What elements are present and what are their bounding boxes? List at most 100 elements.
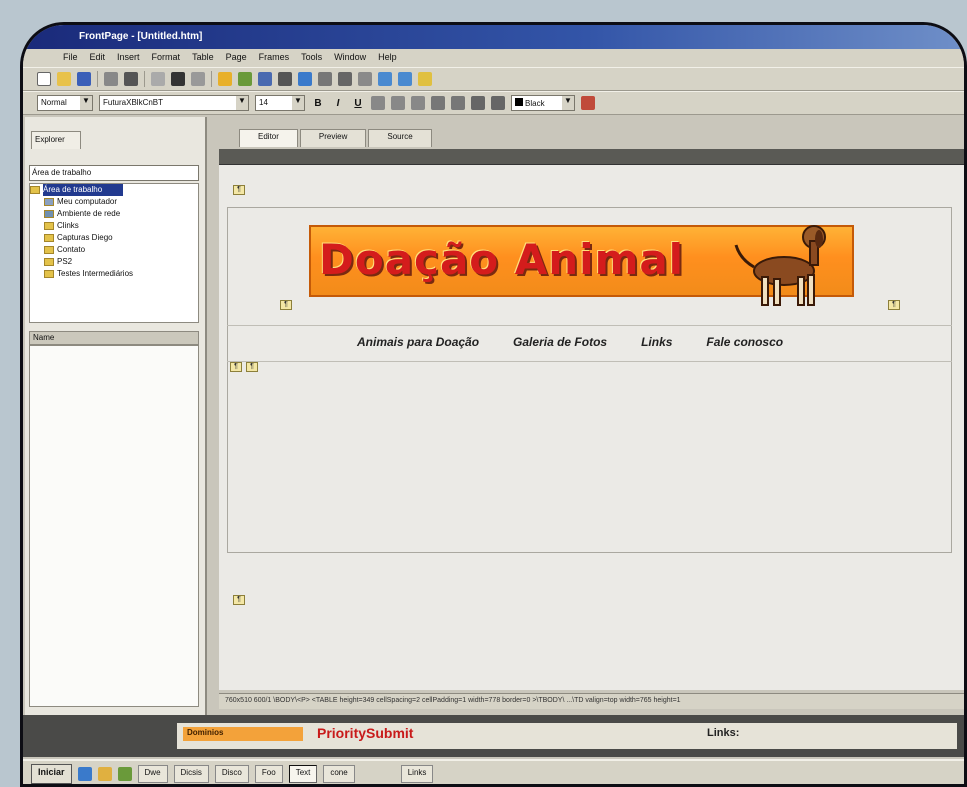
tree-item[interactable]: PS2 — [30, 256, 198, 268]
hyperlink-icon[interactable] — [258, 72, 272, 86]
tree-item[interactable]: Capturas Diego — [30, 232, 198, 244]
nav-link-animais[interactable]: Animais para Doação — [357, 335, 479, 349]
tree-item[interactable]: Ambiente de rede — [30, 208, 198, 220]
toolbar-separator — [144, 71, 145, 87]
nav-link-galeria[interactable]: Galeria de Fotos — [513, 335, 607, 349]
folder-path-value: Área de trabalho — [32, 168, 92, 177]
menu-frames[interactable]: Frames — [259, 52, 290, 67]
menu-file[interactable]: File — [63, 52, 78, 67]
menu-page[interactable]: Page — [226, 52, 247, 67]
style-select[interactable]: Normal ▼ — [37, 95, 93, 111]
tree-item[interactable]: Clinks — [30, 220, 198, 232]
folder-icon — [44, 222, 54, 230]
explorer-panel: Explorer Área de trabalho Área de trabal… — [25, 117, 207, 717]
outdent-icon[interactable] — [431, 96, 445, 110]
tree-item-label: Contato — [57, 245, 86, 254]
quicklaunch-app-icon[interactable] — [117, 767, 132, 781]
folder-tree: Área de trabalho Meu computador Ambiente… — [29, 183, 199, 323]
taskbar-item[interactable]: Dicsis — [173, 765, 209, 783]
tree-item-label: Meu computador — [57, 197, 118, 206]
menu-table[interactable]: Table — [192, 52, 214, 67]
anchor-icon[interactable] — [338, 72, 352, 86]
bold-button[interactable]: B — [311, 98, 325, 109]
align-center-icon[interactable] — [391, 96, 405, 110]
font-color-select[interactable]: Black ▼ — [511, 95, 575, 111]
menu-bar: File Edit Insert Format Table Page Frame… — [23, 49, 964, 67]
name-column-header[interactable]: Name — [29, 331, 199, 345]
tab-editor[interactable]: Editor — [239, 129, 298, 147]
taskbar-item[interactable]: cone — [323, 765, 355, 783]
form-icon[interactable] — [318, 72, 332, 86]
style-value: Normal — [41, 98, 67, 107]
menu-edit[interactable]: Edit — [90, 52, 106, 67]
align-right-icon[interactable] — [411, 96, 425, 110]
image-icon[interactable] — [218, 72, 232, 86]
font-size-select[interactable]: 14 ▼ — [255, 95, 305, 111]
web-component-icon[interactable] — [238, 72, 252, 86]
highlight-icon[interactable] — [581, 96, 595, 110]
links-toolbar[interactable]: Links — [400, 765, 434, 783]
find-icon[interactable] — [124, 72, 138, 86]
folder-path-select[interactable]: Área de trabalho — [29, 165, 199, 181]
banner-title: Doação Animal — [319, 235, 685, 284]
underline-button[interactable]: U — [351, 98, 365, 109]
table-icon[interactable] — [298, 72, 312, 86]
tab-preview[interactable]: Preview — [299, 129, 367, 147]
nav-divider — [227, 325, 952, 326]
delete-icon[interactable] — [171, 72, 185, 86]
open-icon[interactable] — [57, 72, 71, 86]
help-icon[interactable] — [418, 72, 432, 86]
tree-item[interactable]: Meu computador — [30, 196, 198, 208]
increase-font-icon[interactable] — [471, 96, 485, 110]
network-icon — [44, 210, 54, 218]
nav-link-contato[interactable]: Fale conosco — [706, 335, 783, 349]
taskbar-item[interactable]: Dwe — [137, 765, 168, 783]
chevron-down-icon: ▼ — [562, 96, 574, 110]
indent-icon[interactable] — [451, 96, 465, 110]
cut-icon[interactable] — [151, 72, 165, 86]
folder-icon — [44, 270, 54, 278]
site-banner[interactable]: Doação Animal — [309, 225, 854, 306]
print-icon[interactable] — [104, 72, 118, 86]
tree-item-label: PS2 — [57, 257, 73, 266]
quicklaunch-folder-icon[interactable] — [97, 767, 112, 781]
menu-insert[interactable]: Insert — [117, 52, 140, 67]
new-icon[interactable] — [37, 72, 51, 86]
menu-help[interactable]: Help — [378, 52, 397, 67]
align-left-icon[interactable] — [371, 96, 385, 110]
menu-tools[interactable]: Tools — [301, 52, 322, 67]
chevron-down-icon: ▼ — [236, 96, 248, 110]
editor-canvas[interactable]: ¶ ¶ ¶ ¶ ¶ Doação Animal Animais para Doa… — [219, 165, 964, 690]
menu-window[interactable]: Window — [334, 52, 366, 67]
tree-item[interactable]: Área de trabalho — [30, 184, 198, 196]
taskbar-item[interactable]: Disco — [214, 765, 249, 783]
decrease-font-icon[interactable] — [491, 96, 505, 110]
start-button[interactable]: Iniciar — [31, 764, 72, 784]
numbering-icon[interactable] — [398, 72, 412, 86]
comment-icon[interactable] — [358, 72, 372, 86]
nav-link-links[interactable]: Links — [641, 335, 672, 349]
tree-item-label: Clinks — [57, 221, 79, 230]
toolbar-separator — [97, 71, 98, 87]
font-size-value: 14 — [259, 98, 268, 107]
taskbar-item-active[interactable]: Text — [288, 765, 318, 783]
tag-selector-bar[interactable]: 760x510 600/1 \BODY\<P> <TABLE height=34… — [219, 693, 964, 709]
paragraph-mark: ¶ — [233, 185, 245, 195]
font-select[interactable]: FuturaXBlkCnBT ▼ — [99, 95, 249, 111]
tree-item[interactable]: Testes Intermediários — [30, 268, 198, 280]
explorer-tab[interactable]: Explorer — [31, 131, 81, 149]
horizontal-line-icon[interactable] — [278, 72, 292, 86]
file-list[interactable] — [29, 345, 199, 707]
italic-button[interactable]: I — [331, 98, 345, 109]
standard-toolbar — [23, 67, 964, 91]
save-icon[interactable] — [77, 72, 91, 86]
tree-item[interactable]: Contato — [30, 244, 198, 256]
background-page: Dominios PrioritySubmit Links: — [177, 723, 957, 749]
quicklaunch-ie-icon[interactable] — [77, 767, 92, 781]
bullets-icon[interactable] — [378, 72, 392, 86]
tab-source[interactable]: Source — [368, 129, 432, 147]
undo-icon[interactable] — [191, 72, 205, 86]
tree-item-label: Ambiente de rede — [57, 209, 121, 218]
taskbar-item[interactable]: Foo — [254, 765, 283, 783]
menu-format[interactable]: Format — [152, 52, 181, 67]
